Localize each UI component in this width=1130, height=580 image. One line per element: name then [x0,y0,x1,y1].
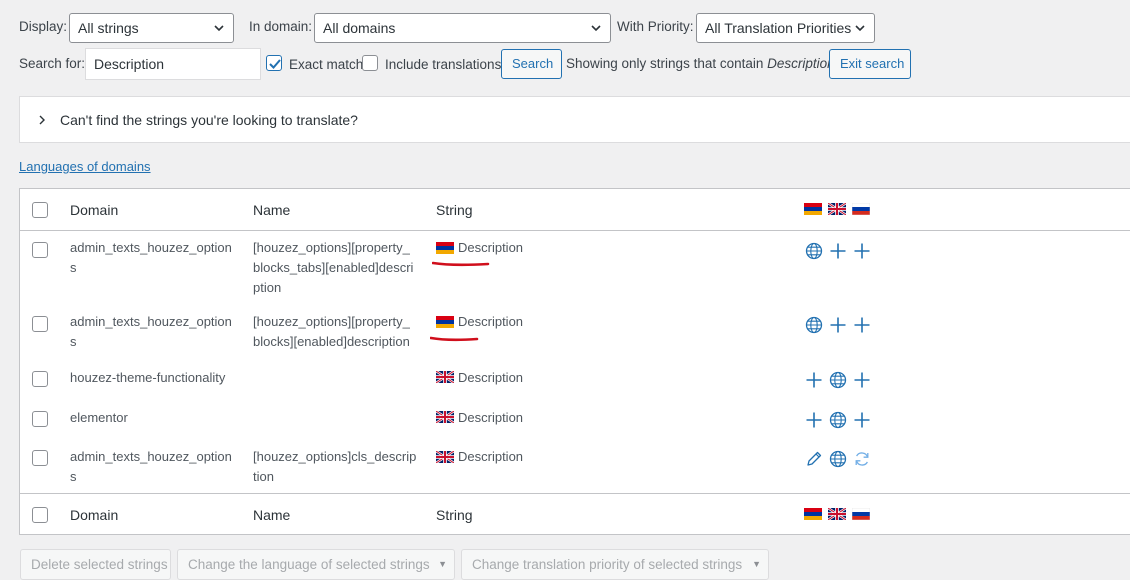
exact-match-checkbox[interactable] [266,55,282,71]
flag-uk-icon [436,411,454,423]
domain-label: In domain: [249,19,313,34]
exit-search-button[interactable]: Exit search [829,49,911,79]
languages-of-domains-link[interactable]: Languages of domains [19,159,151,174]
include-translations-label: Include translations [385,57,502,72]
chevron-down-icon [855,25,865,32]
annotation-underline [432,261,490,267]
select-all-checkbox-footer[interactable] [32,507,48,523]
caret-down-icon: ▼ [438,559,447,569]
pencil-icon[interactable] [805,450,823,468]
row-domain: houzez-theme-functionality [70,370,226,385]
row-string[interactable]: Description [458,447,523,467]
search-input[interactable]: Description [85,48,261,80]
row-string[interactable]: Description [458,368,523,388]
row-domain: elementor [70,410,128,425]
row-checkbox[interactable] [32,316,48,332]
missing-strings-text: Can't find the strings you're looking to… [60,112,358,128]
include-translations-checkbox[interactable] [362,55,378,71]
plus-icon[interactable] [805,371,823,389]
plus-icon[interactable] [829,316,847,334]
plus-icon[interactable] [805,411,823,429]
row-string[interactable]: Description [458,238,523,258]
search-button[interactable]: Search [501,49,562,79]
delete-selected-strings-button[interactable]: Delete selected strings [20,549,171,580]
change-language-select-value: Change the language of selected strings [188,557,430,572]
col-header-string[interactable]: String [436,202,473,218]
exact-match-label: Exact match [289,57,364,72]
strings-table: Domain Name String admin_texts_houzez_op… [19,188,1130,535]
flag-russian-icon [852,203,870,215]
chevron-right-icon [39,115,45,125]
select-all-checkbox[interactable] [32,202,48,218]
flag-armenian-icon [804,508,822,520]
chevron-down-icon [214,25,224,32]
col-header-domain[interactable]: Domain [70,202,118,218]
annotation-underline [430,336,479,342]
flag-armenian-icon [804,203,822,215]
domain-select[interactable]: All domains [314,13,611,43]
row-name: [houzez_options][property_ blocks_tabs][e… [253,240,414,295]
domain-select-value: All domains [323,20,396,36]
chevron-down-icon [591,25,601,32]
plus-icon[interactable] [853,242,871,260]
flag-armenian-icon [436,316,454,328]
row-domain: admin_texts_houzez_option s [70,449,232,484]
flag-armenian-icon [436,242,454,254]
display-label: Display: [19,19,68,34]
flag-uk-icon [828,508,846,520]
display-select-value: All strings [78,20,139,36]
row-name: [houzez_options][property_ blocks][enable… [253,314,410,349]
caret-down-icon: ▼ [752,559,761,569]
row-domain: admin_texts_houzez_option s [70,240,232,275]
search-label: Search for: [19,56,86,71]
search-status-term: Description [767,56,835,71]
col-footer-name[interactable]: Name [253,507,290,523]
flag-russian-icon [852,508,870,520]
plus-icon[interactable] [829,242,847,260]
priority-label: With Priority: [617,19,694,34]
change-priority-select-value: Change translation priority of selected … [472,557,743,572]
globe-icon[interactable] [829,371,847,389]
plus-icon[interactable] [853,411,871,429]
col-footer-domain[interactable]: Domain [70,507,118,523]
change-language-select[interactable]: Change the language of selected strings … [177,549,455,580]
col-header-name[interactable]: Name [253,202,290,218]
refresh-icon[interactable] [853,450,871,468]
flag-uk-icon [436,451,454,463]
row-domain: admin_texts_houzez_option s [70,314,232,349]
row-checkbox[interactable] [32,242,48,258]
plus-icon[interactable] [853,316,871,334]
flag-uk-icon [828,203,846,215]
missing-strings-panel[interactable]: Can't find the strings you're looking to… [19,96,1130,143]
globe-icon[interactable] [829,450,847,468]
row-checkbox[interactable] [32,450,48,466]
globe-icon[interactable] [805,242,823,260]
row-string[interactable]: Description [458,312,523,332]
globe-icon[interactable] [805,316,823,334]
col-footer-string[interactable]: String [436,507,473,523]
priority-select[interactable]: All Translation Priorities [696,13,875,43]
plus-icon[interactable] [853,371,871,389]
row-string[interactable]: Description [458,408,523,428]
checkmark-icon [269,59,281,69]
row-checkbox[interactable] [32,411,48,427]
search-status-prefix: Showing only strings that contain [566,56,768,71]
globe-icon[interactable] [829,411,847,429]
change-priority-select[interactable]: Change translation priority of selected … [461,549,769,580]
row-checkbox[interactable] [32,371,48,387]
search-status-text: Showing only strings that contain Descri… [566,56,835,71]
flag-uk-icon [436,371,454,383]
display-select[interactable]: All strings [69,13,234,43]
row-name: [houzez_options]cls_descrip tion [253,449,417,484]
priority-select-value: All Translation Priorities [705,20,852,36]
